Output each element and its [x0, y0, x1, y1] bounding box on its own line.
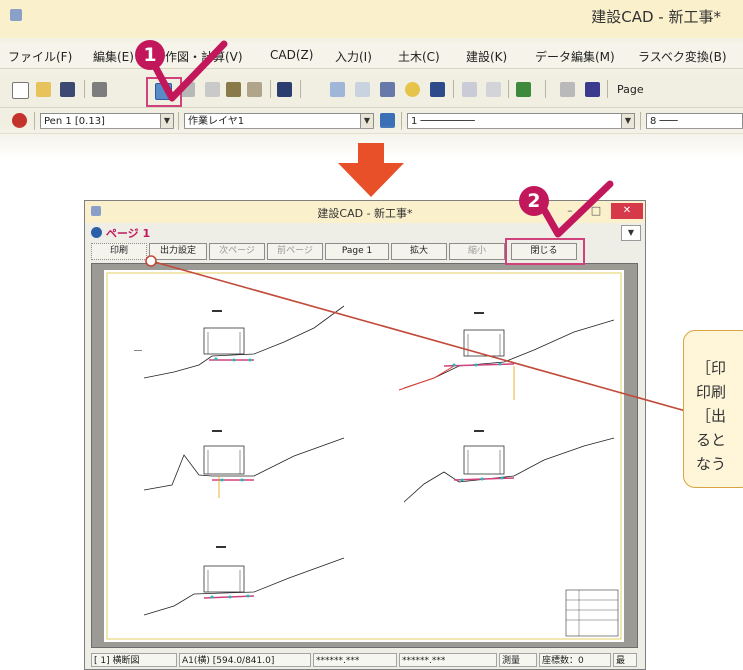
callout-box: ［印 印刷 ［出 ると なう	[683, 330, 743, 488]
callout-line-2: 印刷	[696, 383, 727, 401]
callout-line-5: なう	[696, 455, 727, 473]
callout-pointer-line	[145, 255, 701, 416]
callout-line-4: ると	[696, 431, 727, 449]
callout-line-1: ［印	[696, 359, 727, 377]
callout-line-3: ［出	[696, 407, 727, 425]
